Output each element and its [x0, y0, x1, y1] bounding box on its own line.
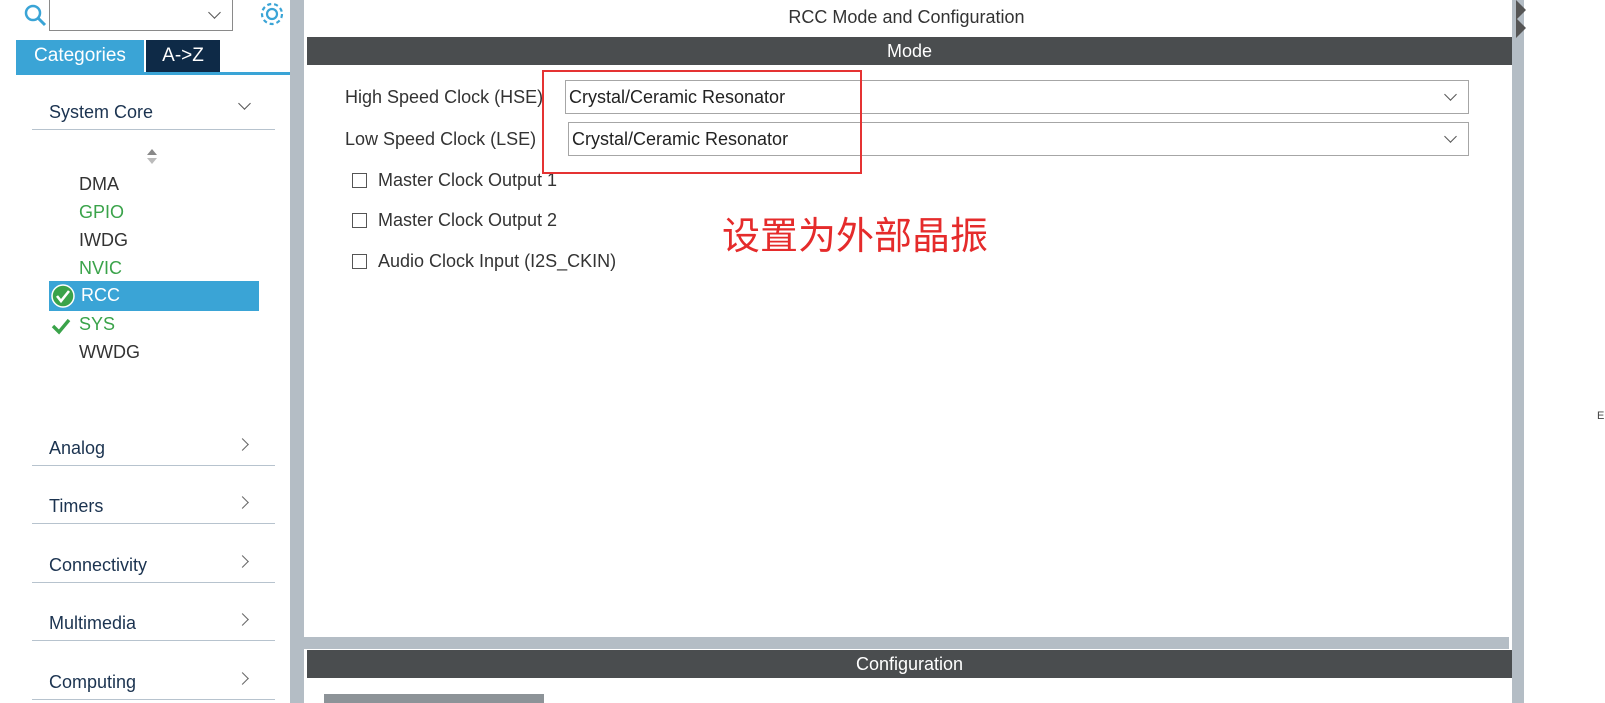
- page-title: RCC Mode and Configuration: [304, 0, 1509, 36]
- category-label: Timers: [49, 496, 104, 516]
- right-scrollbar[interactable]: [1512, 0, 1524, 703]
- checkbox-label: Master Clock Output 2: [378, 210, 558, 230]
- annotation-highlight-box: [542, 70, 862, 174]
- chevron-right-icon: [236, 438, 249, 451]
- lse-label: Low Speed Clock (LSE): [345, 129, 537, 149]
- peripheral-item-wwdg[interactable]: WWDG: [79, 342, 140, 363]
- category-multimedia[interactable]: Multimedia: [32, 600, 275, 641]
- tab-underline: [16, 72, 292, 75]
- tab-a-to-z[interactable]: A->Z: [146, 40, 220, 72]
- configuration-header: Configuration: [307, 650, 1512, 678]
- panel-splitter[interactable]: [304, 637, 1509, 649]
- category-label: Connectivity: [49, 555, 148, 575]
- configuration-tab[interactable]: [324, 694, 544, 703]
- category-label: Analog: [49, 438, 106, 458]
- mode-header: Mode: [307, 37, 1512, 65]
- chevron-down-icon[interactable]: [208, 6, 221, 19]
- category-label: Computing: [49, 672, 137, 692]
- chevron-right-icon: [236, 555, 249, 568]
- check-circle-icon: [51, 284, 75, 308]
- peripheral-item-dma[interactable]: DMA: [79, 174, 119, 195]
- peripheral-item-iwdg[interactable]: IWDG: [79, 230, 128, 251]
- search-input[interactable]: [49, 0, 233, 31]
- master-clock-output-1-checkbox[interactable]: [352, 173, 367, 188]
- panel-divider[interactable]: [290, 0, 304, 703]
- collapse-arrow-icon[interactable]: [1516, 0, 1526, 20]
- category-timers[interactable]: Timers: [32, 483, 275, 524]
- chevron-right-icon: [236, 672, 249, 685]
- peripheral-item-gpio[interactable]: GPIO: [79, 202, 124, 223]
- tab-categories[interactable]: Categories: [16, 40, 144, 72]
- category-computing[interactable]: Computing: [32, 659, 275, 700]
- peripheral-item-rcc[interactable]: RCC: [49, 281, 259, 311]
- gear-icon[interactable]: [257, 0, 287, 30]
- mode-panel: High Speed Clock (HSE) Crystal/Ceramic R…: [307, 65, 1512, 637]
- chevron-down-icon: [1444, 130, 1457, 143]
- chevron-right-icon: [236, 496, 249, 509]
- peripheral-label: RCC: [81, 285, 120, 305]
- category-label: Multimedia: [49, 613, 137, 633]
- audio-clock-input-checkbox[interactable]: [352, 254, 367, 269]
- chevron-down-icon: [238, 97, 251, 110]
- chevron-down-icon: [1444, 88, 1457, 101]
- left-panel: Categories A->Z System Core DMA GPIO IWD…: [0, 0, 292, 703]
- checkbox-label: Master Clock Output 1: [378, 170, 558, 190]
- category-analog[interactable]: Analog: [32, 425, 275, 466]
- annotation-text: 设置为外部晶振: [722, 214, 989, 258]
- hse-label: High Speed Clock (HSE): [345, 87, 544, 107]
- peripheral-item-nvic[interactable]: NVIC: [79, 258, 122, 279]
- check-icon: [51, 318, 71, 335]
- edge-letter: E: [1597, 410, 1605, 422]
- category-system-core[interactable]: System Core: [32, 89, 275, 130]
- master-clock-output-2-checkbox[interactable]: [352, 213, 367, 228]
- category-connectivity[interactable]: Connectivity: [32, 542, 275, 583]
- chevron-right-icon: [236, 613, 249, 626]
- checkbox-label: Audio Clock Input (I2S_CKIN): [378, 251, 617, 271]
- collapse-arrow-icon[interactable]: [1516, 18, 1526, 38]
- peripheral-item-sys[interactable]: SYS: [79, 314, 115, 335]
- category-label: System Core: [49, 102, 154, 122]
- sort-icon[interactable]: [146, 148, 158, 166]
- search-icon[interactable]: [22, 2, 48, 28]
